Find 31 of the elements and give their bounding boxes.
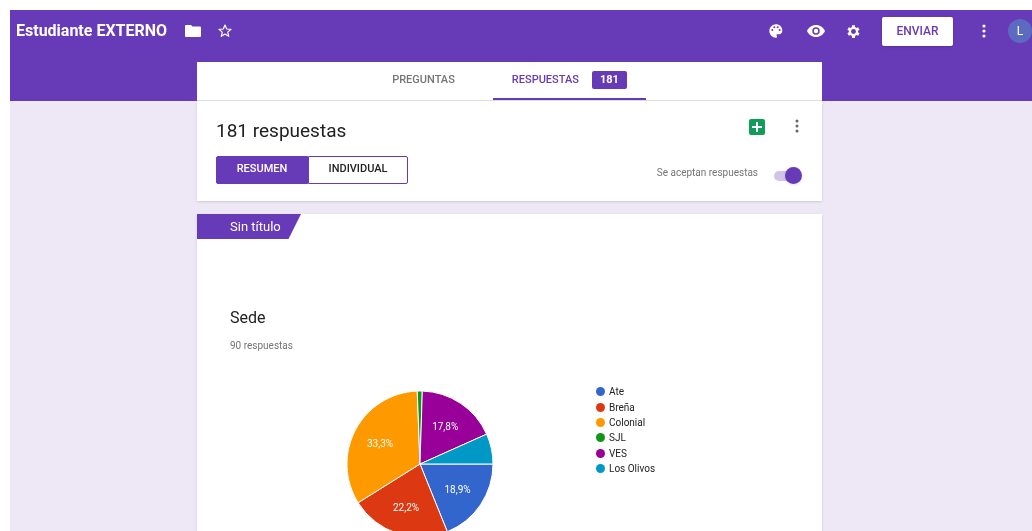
slice-label: 33,3% <box>366 437 394 449</box>
legend-label: Breña <box>609 400 635 415</box>
responses-count: 181 respuestas <box>216 118 347 144</box>
legend-label: Colonial <box>609 416 646 430</box>
accepting-label: Se aceptan respuestas <box>656 165 758 180</box>
slice-label: 17,8% <box>432 421 459 433</box>
question-title: Sede <box>230 307 267 329</box>
settings-icon[interactable] <box>845 22 862 40</box>
spreadsheet-icon[interactable] <box>749 119 765 135</box>
legend-label: VES <box>609 446 627 461</box>
view-toggle[interactable]: RESUMEN <box>216 155 308 184</box>
eye-icon[interactable] <box>807 24 825 38</box>
slice-label: 18,9% <box>444 484 471 496</box>
section-tag: Sin título <box>197 214 301 239</box>
avatar[interactable]: L <box>1008 19 1032 43</box>
view-toggle[interactable]: INDIVIDUAL <box>308 155 408 184</box>
form-title: Estudiante EXTERNO <box>16 20 168 42</box>
slice-label: 22,2% <box>392 502 420 514</box>
star-icon[interactable] <box>217 23 234 39</box>
folder-icon[interactable] <box>185 25 202 37</box>
legend-label: Los Olivos <box>609 462 656 477</box>
palette-icon[interactable] <box>768 23 784 39</box>
legend-label: Ate <box>609 385 624 400</box>
response-count: 90 respuestas <box>230 339 294 353</box>
accepting-switch[interactable] <box>772 165 802 186</box>
legend-label: SJL <box>609 431 626 446</box>
send-button[interactable]: ENVIAR <box>882 16 953 46</box>
tab[interactable]: PREGUNTAS <box>373 62 474 100</box>
more-icon[interactable] <box>982 24 986 38</box>
count-badge: 181 <box>591 70 627 90</box>
more-icon[interactable] <box>795 119 799 133</box>
